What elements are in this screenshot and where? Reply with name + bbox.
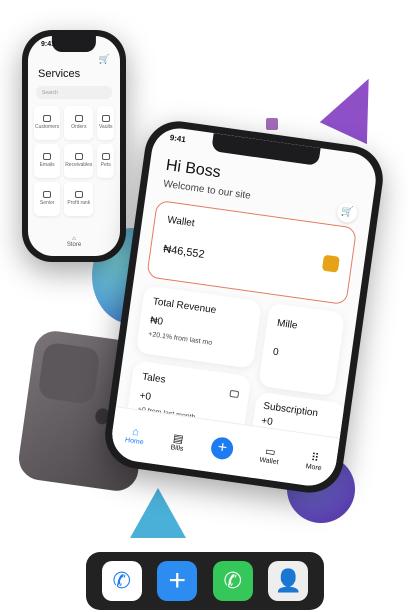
service-tile[interactable]: Pets bbox=[97, 144, 114, 178]
status-time: 9:41 bbox=[41, 41, 56, 48]
service-icon bbox=[101, 153, 110, 161]
service-tile[interactable]: Receivables bbox=[64, 144, 94, 178]
service-icon bbox=[74, 191, 83, 199]
wallet-amount: ₦46,552 bbox=[162, 243, 206, 261]
wallet-icon bbox=[321, 254, 340, 273]
service-icon bbox=[101, 115, 110, 123]
dashboard-phone: 9:41 Hi Boss Welcome to our site 🛒 Walle… bbox=[100, 117, 388, 497]
mille-card[interactable]: Mille 0 bbox=[258, 302, 346, 397]
wallet-label: Wallet bbox=[166, 214, 196, 230]
revenue-card[interactable]: Total Revenue ₦0 +20.1% from last mo bbox=[135, 285, 262, 369]
add-button[interactable]: + bbox=[209, 435, 235, 461]
card-title: Mille bbox=[276, 317, 299, 332]
phone-icon[interactable]: ✆ bbox=[101, 561, 142, 601]
nav-bills[interactable]: ▤ Bills bbox=[170, 431, 186, 452]
service-tile[interactable]: Profit rank bbox=[64, 182, 94, 216]
service-icon bbox=[74, 115, 83, 123]
call-icon[interactable]: ✆ bbox=[212, 561, 253, 601]
notch bbox=[211, 133, 322, 167]
services-phone: 9:41 🛒 Services Search Customers Orders … bbox=[22, 30, 126, 262]
service-icon bbox=[43, 115, 52, 123]
nav-more[interactable]: ⠿ More bbox=[305, 450, 324, 471]
add-icon[interactable]: + bbox=[157, 561, 198, 601]
service-icon bbox=[43, 153, 52, 161]
cart-button[interactable]: 🛒 bbox=[335, 201, 359, 224]
search-input[interactable]: Search bbox=[36, 86, 112, 99]
services-title: Services bbox=[38, 68, 81, 80]
store-nav-item[interactable]: ⌂ Store bbox=[67, 236, 81, 248]
app-dock: ✆ + ✆ 👤 bbox=[86, 552, 324, 610]
welcome-text: Welcome to our site bbox=[162, 178, 252, 202]
cart-icon: 🛒 bbox=[340, 205, 355, 219]
service-icon bbox=[43, 191, 52, 199]
status-time: 9:41 bbox=[169, 133, 187, 145]
purple-pyramid bbox=[319, 67, 393, 145]
cart-icon[interactable]: 🛒 bbox=[99, 54, 110, 65]
card-value: 0 bbox=[272, 346, 280, 359]
small-cube bbox=[266, 118, 278, 130]
card-icon bbox=[229, 389, 240, 399]
service-tile[interactable]: Senior bbox=[34, 182, 61, 216]
service-tile[interactable]: Orders bbox=[64, 106, 94, 140]
service-tile[interactable]: Emails bbox=[34, 144, 61, 178]
camera-module bbox=[37, 341, 101, 405]
contact-icon[interactable]: 👤 bbox=[268, 561, 309, 601]
greeting: Hi Boss bbox=[164, 156, 222, 182]
teal-pyramid bbox=[130, 488, 186, 538]
notch bbox=[51, 36, 97, 52]
nav-wallet[interactable]: ▭ Wallet bbox=[259, 443, 281, 466]
service-tile[interactable]: Vaults bbox=[97, 106, 114, 140]
service-tile[interactable]: Customers bbox=[34, 106, 61, 140]
nav-home[interactable]: ⌂ Home bbox=[125, 425, 146, 447]
service-icon bbox=[74, 153, 83, 161]
